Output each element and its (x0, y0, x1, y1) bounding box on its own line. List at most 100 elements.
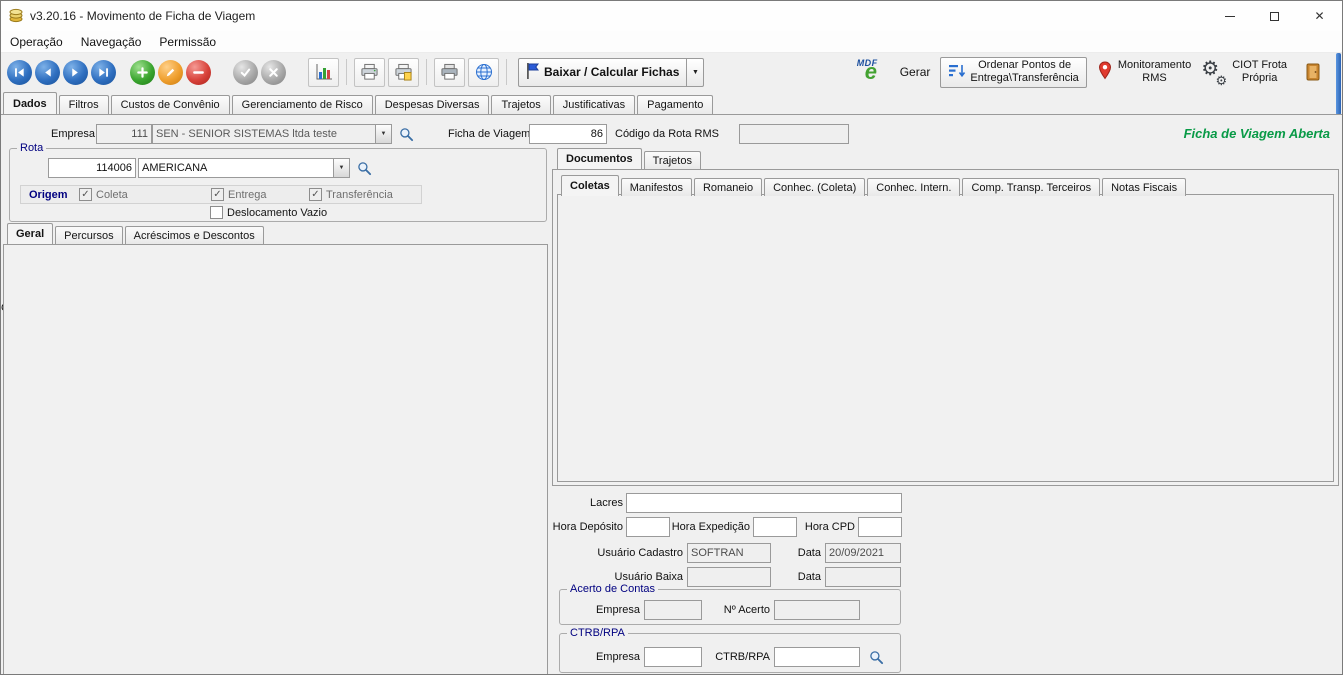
data-cadastro-field (825, 543, 901, 563)
hora-expedicao-label: Hora Expedição (670, 521, 750, 533)
subtab-romaneio[interactable]: Romaneio (694, 178, 762, 196)
main-tab-bar: Dados Filtros Custos de Convênio Gerenci… (3, 92, 713, 114)
empresa-label: Empresa (51, 128, 93, 140)
empresa-search-icon[interactable] (396, 124, 416, 144)
data-cadastro-label: Data (777, 547, 821, 559)
acerto-empresa-field (644, 600, 702, 620)
chevron-down-icon[interactable]: ▼ (333, 159, 349, 177)
codigo-rota-rms-label: Código da Rota RMS (615, 128, 719, 140)
chevron-down-icon[interactable]: ▼ (375, 125, 391, 143)
rota-name-combo[interactable]: AMERICANA ▼ (138, 158, 350, 178)
rota-search-icon[interactable] (354, 158, 374, 178)
subtab-conhec-intern[interactable]: Conhec. Intern. (867, 178, 960, 196)
tab-custos-convenio[interactable]: Custos de Convênio (111, 95, 230, 114)
geral-page (3, 244, 548, 675)
tab-trajetos-right[interactable]: Trajetos (644, 151, 701, 169)
nav-first-button[interactable] (7, 60, 32, 85)
chart-button[interactable] (308, 58, 339, 87)
deslocamento-vazio-checkbox[interactable]: Deslocamento Vazio (210, 206, 327, 219)
coletas-page (557, 194, 1334, 482)
ordenar-pontos-button[interactable]: Ordenar Pontos de Entrega\Transferência (940, 57, 1086, 88)
menu-permissao[interactable]: Permissão (150, 31, 225, 52)
tab-justificativas[interactable]: Justificativas (553, 95, 635, 114)
docs-tab-bar: Documentos Trajetos (557, 148, 701, 169)
tab-geral[interactable]: Geral (7, 223, 53, 244)
maximize-button[interactable] (1252, 1, 1297, 31)
menu-bar: Operação Navegação Permissão (1, 31, 1342, 53)
subtab-conhec-coleta[interactable]: Conhec. (Coleta) (764, 178, 865, 196)
ciot-frota-button[interactable]: ⚙ ⚙ CIOT Frota Própria (1201, 59, 1287, 85)
subtab-comp-transp-terceiros[interactable]: Comp. Transp. Terceiros (962, 178, 1100, 196)
door-button[interactable] (1297, 58, 1328, 87)
gears-icon: ⚙ ⚙ (1201, 59, 1227, 85)
app-window: v3.20.16 - Movimento de Ficha de Viagem … (0, 0, 1343, 675)
empresa-name-combo[interactable]: SEN - SENIOR SISTEMAS ltda teste ▼ (152, 124, 392, 144)
matrix-print-button[interactable] (434, 58, 465, 87)
tab-filtros[interactable]: Filtros (59, 95, 109, 114)
rota-group: Rota AMERICANA ▼ Origem ✓ Coleta ✓ Entre… (9, 148, 547, 222)
menu-navegacao[interactable]: Navegação (72, 31, 151, 52)
dados-page: Empresa SEN - SENIOR SISTEMAS ltda teste… (1, 114, 1342, 674)
menu-operacao[interactable]: Operação (1, 31, 72, 52)
subtab-manifestos[interactable]: Manifestos (621, 178, 692, 196)
dock-handle[interactable] (1336, 53, 1341, 115)
baixar-flag-icon (524, 62, 540, 83)
nav-last-button[interactable] (91, 60, 116, 85)
tab-documentos[interactable]: Documentos (557, 148, 642, 169)
gerar-mdfe-button[interactable]: MDF e Gerar (855, 58, 931, 86)
ctrb-empresa-field[interactable] (644, 647, 702, 667)
tab-percursos[interactable]: Percursos (55, 226, 123, 244)
sort-icon (948, 63, 966, 82)
ciot-label-line1: CIOT Frota (1232, 59, 1287, 72)
title-bar: v3.20.16 - Movimento de Ficha de Viagem … (1, 1, 1342, 31)
hora-deposito-field[interactable] (626, 517, 670, 537)
monitoramento-label-line2: RMS (1142, 72, 1166, 85)
add-button[interactable] (130, 60, 155, 85)
ctrb-rpa-field[interactable] (774, 647, 860, 667)
ctrb-search-icon[interactable] (866, 647, 886, 667)
chevron-down-icon[interactable]: ▼ (686, 59, 703, 86)
web-print-button[interactable] (468, 58, 499, 87)
confirm-button[interactable] (233, 60, 258, 85)
docs-subtab-bar: Coletas Manifestos Romaneio Conhec. (Col… (561, 175, 1186, 196)
lacres-field[interactable] (626, 493, 902, 513)
close-button[interactable]: ✕ (1297, 1, 1342, 31)
print-button[interactable] (354, 58, 385, 87)
lacres-label: Lacres (561, 497, 623, 509)
monitoramento-rms-button[interactable]: Monitoramento RMS (1097, 59, 1191, 85)
delete-button[interactable] (186, 60, 211, 85)
tab-dados[interactable]: Dados (3, 92, 57, 114)
coleta-checkbox[interactable]: ✓ Coleta (79, 188, 128, 201)
tab-gerenciamento-risco[interactable]: Gerenciamento de Risco (232, 95, 373, 114)
tab-despesas-diversas[interactable]: Despesas Diversas (375, 95, 490, 114)
ctrb-empresa-label: Empresa (570, 651, 640, 663)
subtab-coletas[interactable]: Coletas (561, 175, 619, 196)
minimize-button[interactable] (1207, 1, 1252, 31)
tab-pagamento[interactable]: Pagamento (637, 95, 713, 114)
codigo-rota-rms-field[interactable] (739, 124, 849, 144)
cancel-button[interactable] (261, 60, 286, 85)
app-icon (8, 7, 24, 26)
maximize-icon (1270, 12, 1279, 21)
subtab-notas-fiscais[interactable]: Notas Fiscais (1102, 178, 1186, 196)
hora-cpd-field[interactable] (858, 517, 902, 537)
nav-next-button[interactable] (63, 60, 88, 85)
entrega-checkbox[interactable]: ✓ Entrega (211, 188, 267, 201)
usuario-cadastro-label: Usuário Cadastro (583, 547, 683, 559)
rota-code-field[interactable] (48, 158, 136, 178)
edit-button[interactable] (158, 60, 183, 85)
hora-expedicao-field[interactable] (753, 517, 797, 537)
mdfe-logo: MDF e (855, 58, 895, 86)
data-baixa-label: Data (777, 571, 821, 583)
nav-prev-button[interactable] (35, 60, 60, 85)
baixar-calcular-button[interactable]: Baixar / Calcular Fichas ▼ (518, 58, 704, 87)
tab-trajetos[interactable]: Trajetos (491, 95, 550, 114)
ficha-viagem-field[interactable] (529, 124, 607, 144)
origem-panel: Origem ✓ Coleta ✓ Entrega ✓ Transferênci… (20, 185, 422, 204)
usuario-baixa-field (687, 567, 771, 587)
print-preview-button[interactable] (388, 58, 419, 87)
empresa-code-field[interactable] (96, 124, 152, 144)
transferencia-checkbox[interactable]: ✓ Transferência (309, 188, 393, 201)
tab-acrescimos-descontos[interactable]: Acréscimos e Descontos (125, 226, 264, 244)
map-pin-icon (1097, 61, 1113, 84)
